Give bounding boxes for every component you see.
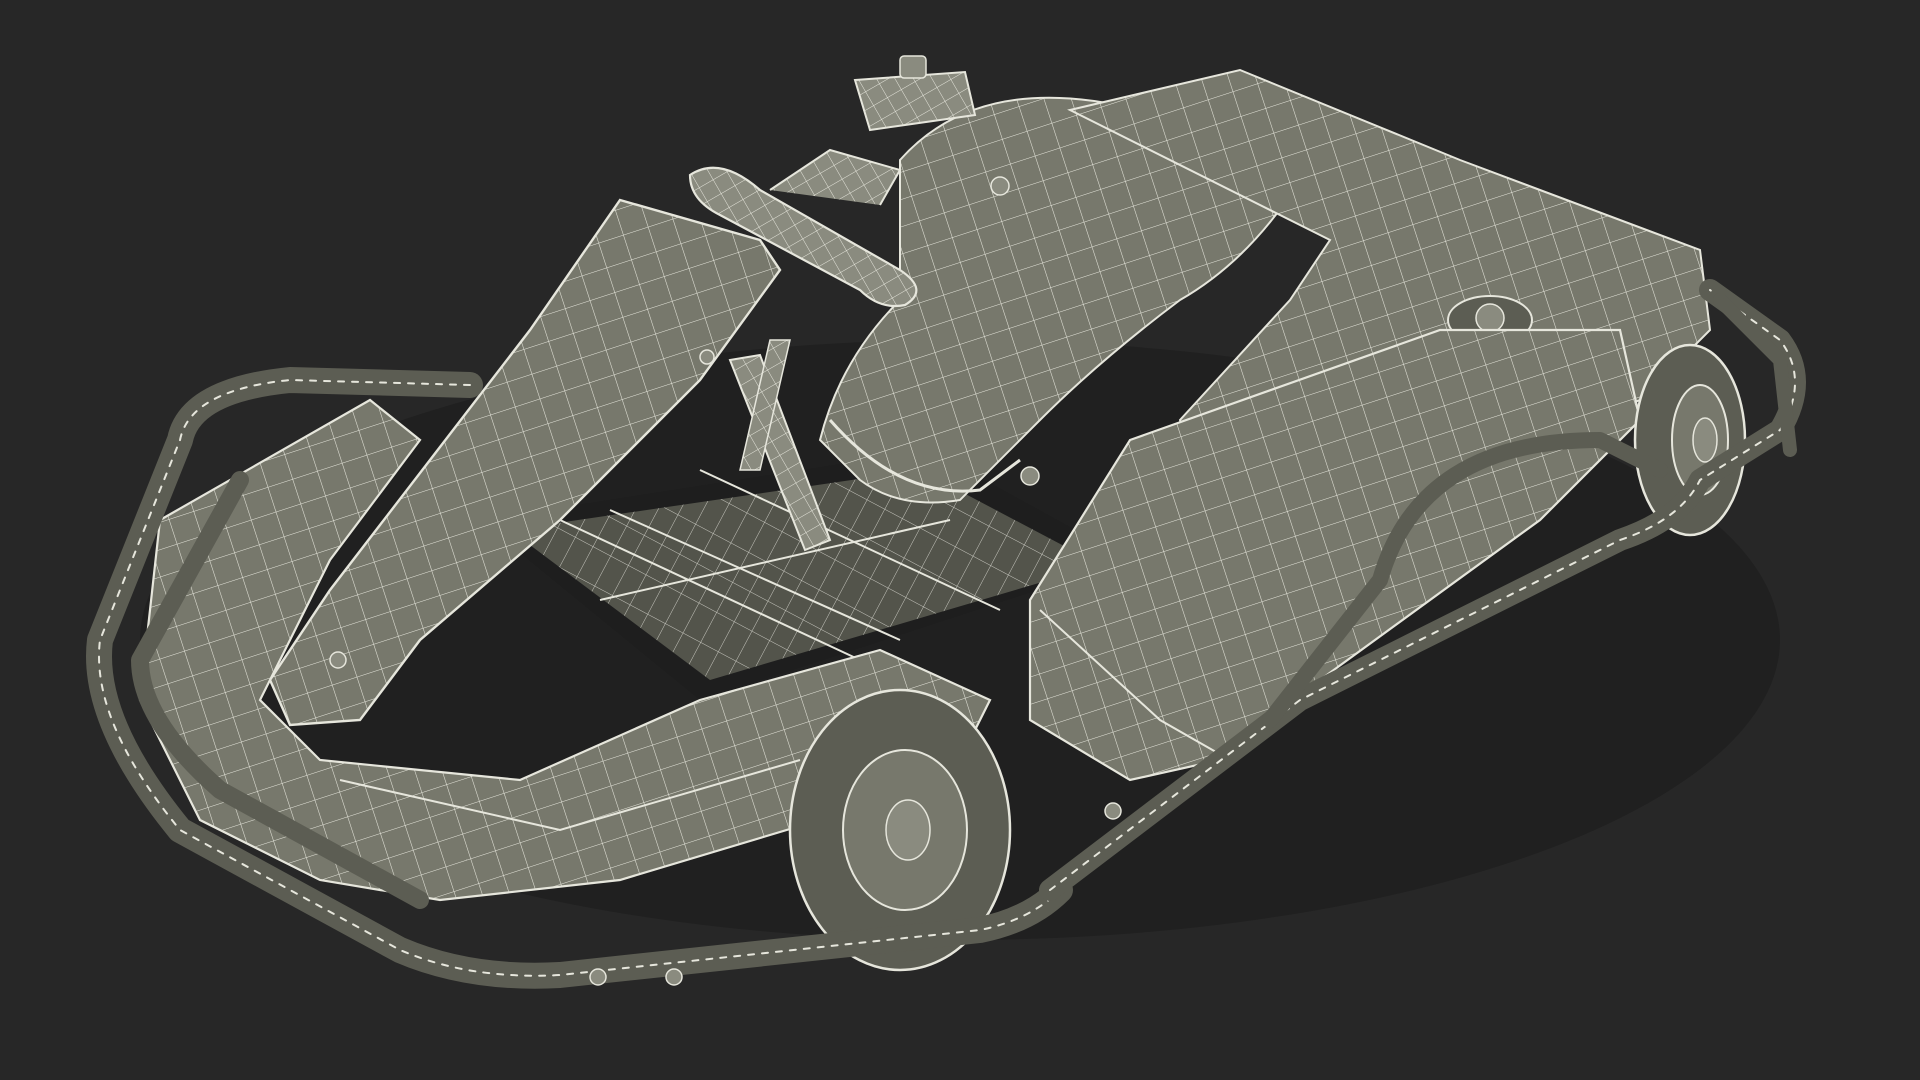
seat-bolt-icon — [1020, 466, 1040, 486]
render-viewport — [0, 0, 1920, 1080]
nose-bolt-icon — [699, 349, 715, 365]
seat-bolt-icon — [990, 176, 1010, 196]
fuel-cap-icon — [899, 55, 927, 79]
nose-bolt-icon — [329, 651, 347, 669]
go-kart-wireframe-render — [86, 55, 1806, 989]
